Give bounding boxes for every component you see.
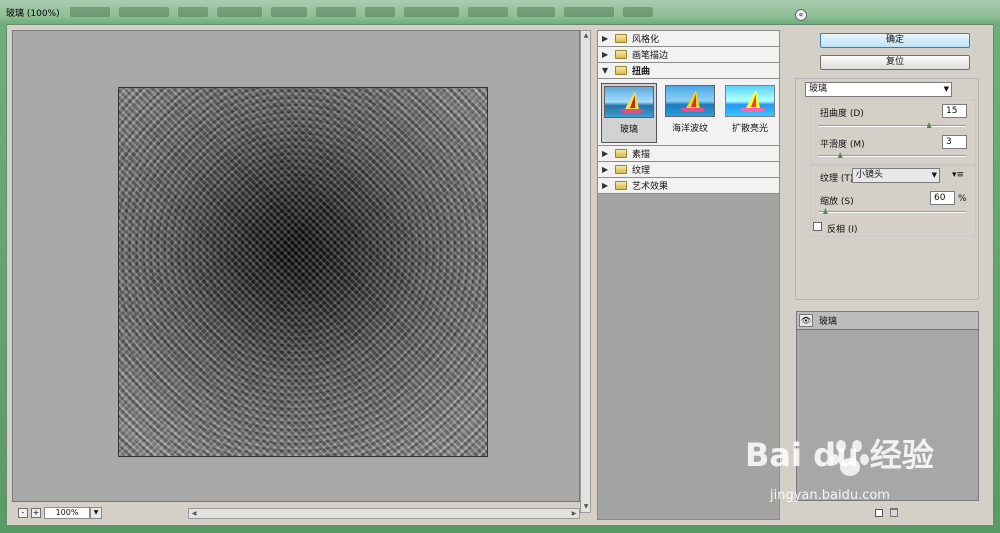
texture-menu-icon[interactable]: ▾≡ — [952, 170, 964, 180]
distort-thumbnails: 玻璃 海洋波纹 扩散亮光 — [598, 79, 779, 146]
expand-arrow-icon[interactable]: ▶ — [602, 34, 610, 43]
category-brush-strokes[interactable]: ▶ 画笔描边 — [598, 47, 779, 63]
ok-button[interactable]: 确定 — [820, 33, 970, 48]
thumbnail-diffuse-glow[interactable]: 扩散亮光 — [722, 83, 778, 143]
texture-label: 纹理 (T): — [820, 174, 857, 184]
smoothness-label: 平滑度 (M) — [820, 140, 865, 150]
scaling-label: 缩放 (S) — [820, 197, 854, 207]
eye-icon[interactable]: 👁 — [799, 314, 813, 327]
sailboat-thumbnail-image — [604, 86, 654, 118]
reset-button[interactable]: 复位 — [820, 55, 970, 70]
folder-icon — [615, 165, 627, 174]
new-effect-layer-icon[interactable] — [875, 509, 883, 517]
folder-icon — [615, 181, 627, 190]
watermark-url: jingyan.baidu.com — [770, 488, 890, 503]
watermark-brand: Bai du 经验 — [745, 436, 934, 474]
folder-icon — [615, 50, 627, 59]
zoom-level-field[interactable]: 100% — [44, 507, 90, 519]
texture-select[interactable]: 小镜头 ▼ — [852, 168, 940, 183]
preview-horizontal-scrollbar[interactable]: ◀ ▶ — [188, 508, 580, 519]
title-bar: 玻璃 (100%) — [0, 0, 1000, 24]
distortion-input[interactable]: 15 — [942, 104, 967, 118]
dialog-window: 玻璃 (100%) ▲ ▼ ◀ ▶ - + 100% ▼ ▶ 风格化 ▶ 画笔描… — [0, 0, 1000, 533]
category-sketch[interactable]: ▶ 素描 — [598, 146, 779, 162]
zoom-bar: - + 100% ▼ — [12, 507, 188, 520]
expand-arrow-icon[interactable]: ▶ — [602, 165, 610, 174]
zoom-dropdown-icon[interactable]: ▼ — [90, 507, 102, 519]
collapse-panel-icon[interactable]: « — [795, 9, 807, 21]
preview-area[interactable] — [12, 30, 580, 502]
sailboat-thumbnail-image — [665, 85, 715, 117]
invert-checkbox[interactable] — [813, 222, 822, 231]
category-stylize[interactable]: ▶ 风格化 — [598, 31, 779, 47]
category-artistic[interactable]: ▶ 艺术效果 — [598, 178, 779, 194]
window-title: 玻璃 (100%) — [6, 9, 60, 19]
scaling-slider[interactable] — [818, 211, 966, 213]
folder-icon — [615, 149, 627, 158]
collapse-arrow-icon[interactable]: ▼ — [602, 66, 610, 75]
zoom-in-button[interactable]: + — [31, 508, 41, 518]
scaling-unit: % — [958, 194, 967, 204]
sailboat-thumbnail-image — [725, 85, 775, 117]
scaling-input[interactable]: 60 — [930, 191, 955, 205]
invert-label: 反相 (I) — [827, 225, 858, 235]
preview-vertical-scrollbar[interactable]: ▲ ▼ — [580, 30, 591, 513]
expand-arrow-icon[interactable]: ▶ — [602, 181, 610, 190]
background-toolbar — [70, 4, 970, 20]
folder-icon — [615, 34, 627, 43]
zoom-out-button[interactable]: - — [18, 508, 28, 518]
scroll-down-icon[interactable]: ▼ — [582, 503, 590, 511]
category-texture[interactable]: ▶ 纹理 — [598, 162, 779, 178]
filter-select[interactable]: 玻璃 ▼ — [805, 82, 952, 97]
scroll-right-icon[interactable]: ▶ — [570, 510, 578, 518]
chevron-down-icon: ▼ — [931, 171, 937, 179]
smoothness-input[interactable]: 3 — [942, 135, 967, 149]
distortion-slider[interactable] — [818, 125, 966, 127]
scroll-left-icon[interactable]: ◀ — [190, 510, 198, 518]
thumbnail-ocean-ripple[interactable]: 海洋波纹 — [662, 83, 718, 143]
chevron-down-icon: ▼ — [943, 85, 949, 93]
folder-open-icon — [615, 66, 627, 75]
expand-arrow-icon[interactable]: ▶ — [602, 149, 610, 158]
expand-arrow-icon[interactable]: ▶ — [602, 50, 610, 59]
trash-icon[interactable] — [890, 508, 898, 517]
distortion-label: 扭曲度 (D) — [820, 109, 864, 119]
category-distort[interactable]: ▼ 扭曲 — [598, 63, 779, 79]
thumbnail-glass[interactable]: 玻璃 — [601, 83, 657, 143]
preview-canvas — [118, 87, 488, 457]
effect-layer-row[interactable]: 👁 玻璃 — [797, 312, 978, 330]
scroll-up-icon[interactable]: ▲ — [582, 32, 590, 40]
